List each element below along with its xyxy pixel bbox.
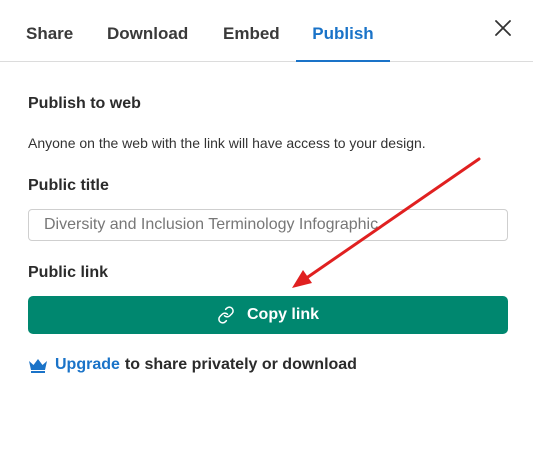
upgrade-rest-text: to share privately or download	[124, 356, 357, 373]
copy-link-button[interactable]: Copy link	[28, 296, 508, 334]
upgrade-row: Upgrade to share privately or download	[28, 354, 357, 376]
public-title-heading: Public title	[28, 177, 109, 194]
copy-link-label: Copy link	[246, 306, 319, 323]
upgrade-link[interactable]: Upgrade	[55, 356, 120, 374]
publish-description: Anyone on the web with the link will hav…	[28, 135, 426, 151]
tab-download[interactable]: Download	[107, 24, 188, 61]
publish-dialog: Share Download Embed Publish Publish to …	[0, 0, 533, 452]
tab-share[interactable]: Share	[26, 24, 73, 61]
link-icon	[217, 306, 235, 324]
tab-embed[interactable]: Embed	[223, 24, 280, 61]
public-title-input[interactable]	[28, 209, 508, 241]
publish-to-web-heading: Publish to web	[28, 95, 141, 112]
close-icon[interactable]	[492, 17, 514, 39]
tab-publish[interactable]: Publish	[296, 24, 390, 62]
public-link-heading: Public link	[28, 264, 109, 281]
tab-bar: Share Download Embed Publish	[0, 0, 533, 62]
crown-icon	[28, 357, 48, 373]
